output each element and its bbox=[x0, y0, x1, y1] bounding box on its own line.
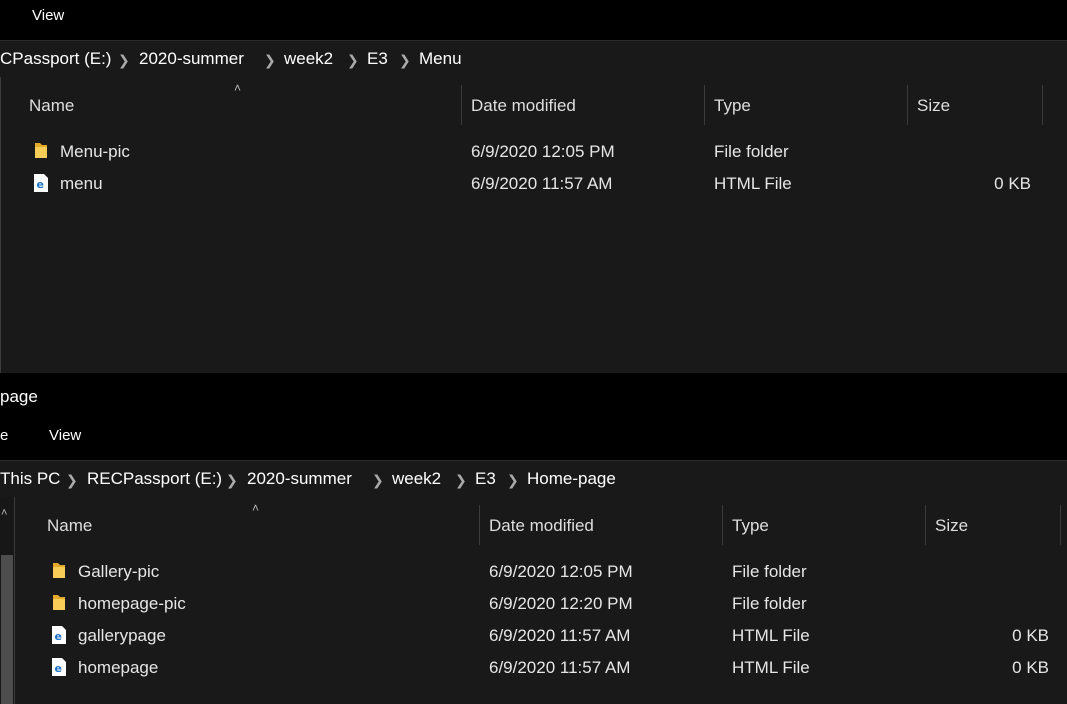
column-divider[interactable] bbox=[479, 505, 480, 545]
file-size: 0 KB bbox=[994, 174, 1031, 193]
chevron-right-icon: ❯ bbox=[399, 52, 411, 68]
file-date: 6/9/2020 11:57 AM bbox=[471, 174, 613, 193]
chevron-right-icon: ❯ bbox=[226, 472, 238, 488]
chevron-right-icon: ❯ bbox=[347, 52, 359, 68]
file-name: homepage bbox=[78, 658, 159, 677]
file-type: HTML File bbox=[732, 626, 810, 645]
pane-edge bbox=[0, 77, 1, 373]
column-header-date[interactable]: Date modified bbox=[471, 96, 576, 116]
chevron-right-icon: ❯ bbox=[118, 52, 130, 68]
top-file-pane: ˄ Name Date modified Type Size Menu-pic … bbox=[0, 77, 1067, 373]
column-header-date[interactable]: Date modified bbox=[489, 516, 594, 536]
breadcrumb-item[interactable]: E3 bbox=[475, 469, 496, 489]
breadcrumb-item[interactable]: E3 bbox=[367, 49, 388, 69]
list-item[interactable]: homepage-pic 6/9/2020 12:20 PM File fold… bbox=[38, 591, 1063, 621]
file-type: File folder bbox=[714, 142, 789, 161]
column-divider[interactable] bbox=[1060, 505, 1061, 545]
window-title: page bbox=[0, 387, 38, 406]
file-name: gallerypage bbox=[78, 626, 166, 645]
breadcrumb-item[interactable]: 2020-summer bbox=[247, 469, 352, 489]
column-header-type[interactable]: Type bbox=[714, 96, 751, 116]
file-date: 6/9/2020 12:05 PM bbox=[489, 562, 633, 581]
svg-text:e: e bbox=[55, 630, 62, 643]
bottom-file-pane: ˄ ˄ Name Date modified Type Size Gallery… bbox=[0, 497, 1067, 704]
column-divider[interactable] bbox=[722, 505, 723, 545]
column-divider[interactable] bbox=[907, 85, 908, 125]
edge-html-icon: e bbox=[52, 626, 66, 644]
file-date: 6/9/2020 12:05 PM bbox=[471, 142, 615, 161]
breadcrumb-item[interactable]: This PC bbox=[0, 469, 60, 489]
file-date: 6/9/2020 12:20 PM bbox=[489, 594, 633, 613]
edge-html-icon: e bbox=[52, 658, 66, 676]
breadcrumb-item[interactable]: 2020-summer bbox=[139, 49, 244, 69]
column-divider[interactable] bbox=[461, 85, 462, 125]
sort-up-icon: ˄ bbox=[234, 81, 242, 95]
svg-text:e: e bbox=[55, 662, 62, 675]
menu-view[interactable]: View bbox=[49, 427, 81, 444]
folder-icon bbox=[53, 595, 65, 610]
nav-scrollbar[interactable]: ˄ bbox=[0, 497, 15, 704]
column-header-name[interactable]: Name bbox=[47, 516, 92, 536]
chevron-right-icon: ❯ bbox=[372, 472, 384, 488]
list-item[interactable]: e gallerypage 6/9/2020 11:57 AM HTML Fil… bbox=[38, 623, 1063, 653]
breadcrumb-item[interactable]: week2 bbox=[284, 49, 333, 69]
file-name: Menu-pic bbox=[60, 142, 130, 161]
chevron-right-icon: ❯ bbox=[66, 472, 78, 488]
column-divider[interactable] bbox=[704, 85, 705, 125]
folder-icon bbox=[35, 143, 47, 158]
column-header-name[interactable]: Name bbox=[29, 96, 74, 116]
file-type: HTML File bbox=[732, 658, 810, 677]
top-menubar: View bbox=[0, 0, 1067, 31]
list-item[interactable]: e menu 6/9/2020 11:57 AM HTML File 0 KB bbox=[20, 171, 1060, 201]
column-header-size[interactable]: Size bbox=[917, 96, 950, 116]
folder-icon bbox=[53, 563, 65, 578]
edge-html-icon: e bbox=[34, 174, 48, 192]
bottom-address-bar[interactable]: This PC ❯ RECPassport (E:) ❯ 2020-summer… bbox=[0, 460, 1067, 498]
top-spacer bbox=[0, 31, 1067, 40]
file-size: 0 KB bbox=[1012, 658, 1049, 677]
file-type: File folder bbox=[732, 562, 807, 581]
chevron-right-icon: ❯ bbox=[264, 52, 276, 68]
file-name: homepage-pic bbox=[78, 594, 186, 613]
chevron-right-icon: ❯ bbox=[455, 472, 467, 488]
file-size: 0 KB bbox=[1012, 626, 1049, 645]
breadcrumb-item[interactable]: CPassport (E:) bbox=[0, 49, 111, 69]
column-divider[interactable] bbox=[1042, 85, 1043, 125]
bottom-titlebar-area: page e View bbox=[0, 374, 1067, 460]
breadcrumb-item[interactable]: RECPassport (E:) bbox=[87, 469, 222, 489]
menu-view[interactable]: View bbox=[32, 7, 64, 24]
breadcrumb-item[interactable]: week2 bbox=[392, 469, 441, 489]
file-date: 6/9/2020 11:57 AM bbox=[489, 626, 631, 645]
top-address-bar[interactable]: CPassport (E:) ❯ 2020-summer ❯ week2 ❯ E… bbox=[0, 40, 1067, 78]
file-name: menu bbox=[60, 174, 103, 193]
menu-file[interactable]: e bbox=[0, 427, 8, 444]
column-header-size[interactable]: Size bbox=[935, 516, 968, 536]
chevron-right-icon: ❯ bbox=[507, 472, 519, 488]
file-type: File folder bbox=[732, 594, 807, 613]
sort-up-icon: ˄ bbox=[252, 501, 260, 515]
file-name: Gallery-pic bbox=[78, 562, 160, 581]
list-item[interactable]: Menu-pic 6/9/2020 12:05 PM File folder bbox=[20, 139, 1060, 169]
file-type: HTML File bbox=[714, 174, 792, 193]
column-header-type[interactable]: Type bbox=[732, 516, 769, 536]
column-divider[interactable] bbox=[925, 505, 926, 545]
svg-text:e: e bbox=[37, 178, 44, 191]
breadcrumb-item[interactable]: Home-page bbox=[527, 469, 616, 489]
list-item[interactable]: e homepage 6/9/2020 11:57 AM HTML File 0… bbox=[38, 655, 1063, 685]
breadcrumb-item[interactable]: Menu bbox=[419, 49, 462, 69]
scrollbar-thumb[interactable] bbox=[1, 555, 13, 704]
scroll-up-icon[interactable]: ˄ bbox=[1, 507, 7, 519]
file-date: 6/9/2020 11:57 AM bbox=[489, 658, 631, 677]
list-item[interactable]: Gallery-pic 6/9/2020 12:05 PM File folde… bbox=[38, 559, 1063, 589]
